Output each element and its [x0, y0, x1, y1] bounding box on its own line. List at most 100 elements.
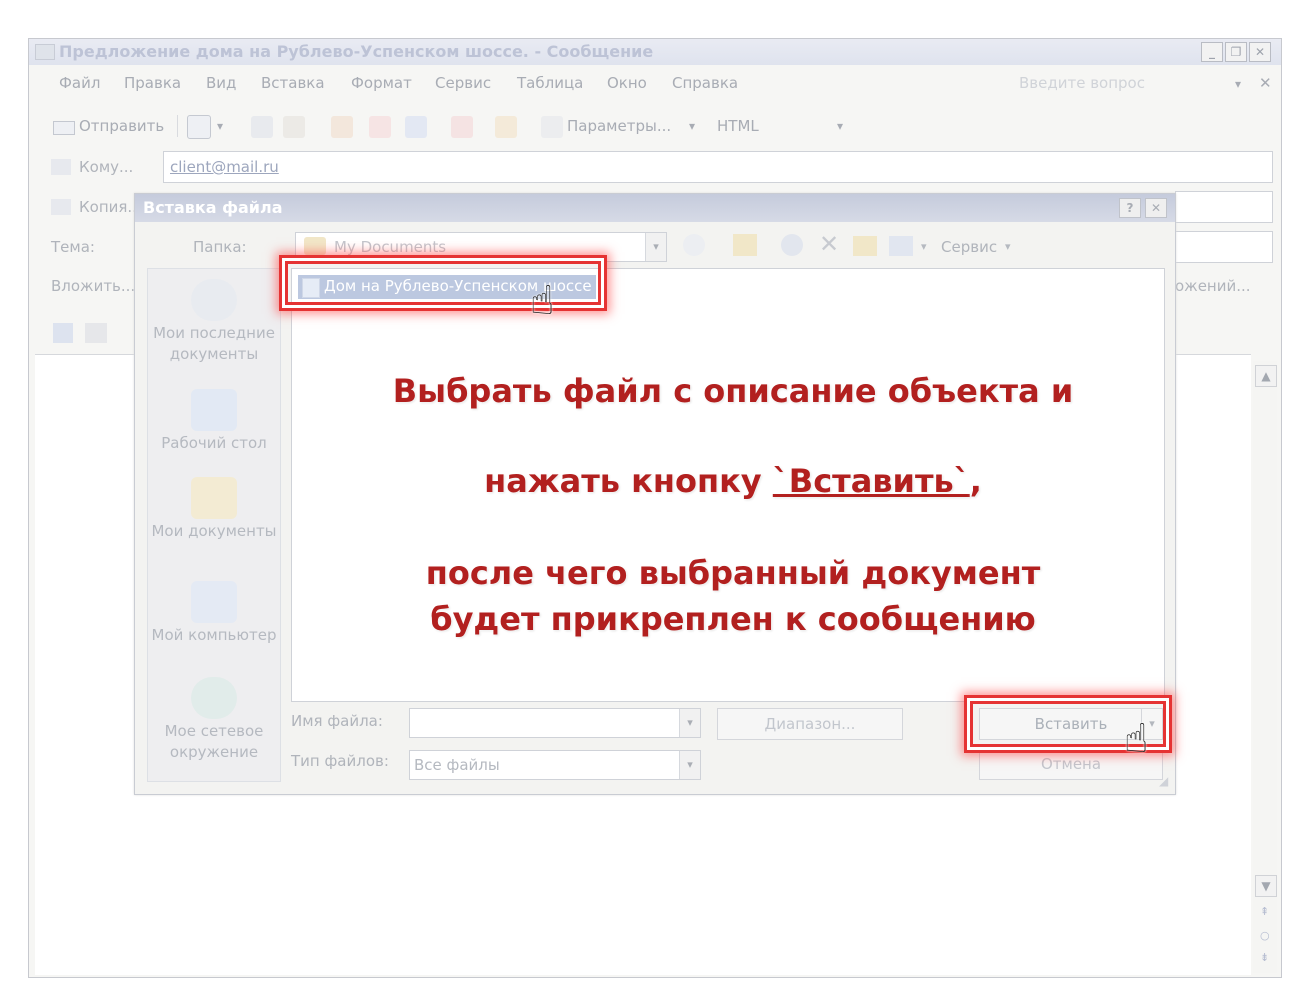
place-label: Мои последние документы: [153, 324, 275, 363]
back-icon[interactable]: [683, 234, 705, 256]
flag-icon[interactable]: [451, 116, 473, 138]
menu-format[interactable]: Формат: [351, 74, 412, 92]
place-desktop[interactable]: Рабочий стол: [148, 389, 280, 454]
filetype-label: Тип файлов:: [291, 752, 389, 770]
filename-combo[interactable]: ▾: [409, 708, 701, 738]
address-book-icon[interactable]: [251, 116, 273, 138]
place-label: Мои документы: [151, 522, 277, 540]
minimize-button[interactable]: _: [1201, 42, 1223, 62]
network-icon: [191, 677, 237, 719]
place-network[interactable]: Мое сетевое окружение: [148, 677, 280, 763]
menu-window[interactable]: Окно: [607, 74, 647, 92]
subject-label: Тема:: [51, 238, 95, 256]
vertical-scrollbar[interactable]: ▲ ▼ ⇞ ○ ⇟: [1253, 361, 1277, 973]
low-importance-icon[interactable]: [405, 116, 427, 138]
instruction-line-2: нажать кнопку `Вставить`,: [300, 462, 1166, 500]
help-question-input[interactable]: Введите вопрос: [1019, 74, 1145, 92]
attach-button[interactable]: Вложить...: [51, 277, 135, 295]
menu-bar: Файл Правка Вид Вставка Формат Сервис Та…: [29, 65, 1281, 99]
format-select[interactable]: HTML: [717, 117, 759, 135]
menu-tools[interactable]: Сервис: [435, 74, 491, 92]
options-icon: [541, 116, 563, 138]
place-label: Мое сетевое окружение: [164, 722, 264, 761]
my-computer-icon: [191, 581, 237, 623]
filename-dropdown-arrow[interactable]: ▾: [679, 709, 700, 737]
attach-dropdown-arrow[interactable]: ▾: [217, 119, 223, 133]
prev-page-icon[interactable]: ⇞: [1260, 905, 1269, 918]
save-icon[interactable]: [53, 323, 73, 343]
options-dropdown-arrow[interactable]: ▾: [689, 119, 695, 133]
menu-close-icon[interactable]: ✕: [1259, 74, 1272, 92]
search-icon[interactable]: [781, 234, 803, 256]
cc-button[interactable]: Копия...: [79, 198, 142, 216]
browse-object-icon[interactable]: ○: [1260, 929, 1270, 942]
dialog-close-button[interactable]: ✕: [1145, 198, 1167, 218]
instruction-text: нажать кнопку: [484, 462, 773, 500]
folder-value: My Documents: [334, 238, 447, 256]
hand-cursor-icon: ☝: [530, 278, 555, 324]
check-names-icon[interactable]: [283, 116, 305, 138]
send-button[interactable]: Отправить: [79, 117, 164, 135]
place-my-computer[interactable]: Мой компьютер: [148, 581, 280, 646]
folder-label: Папка:: [193, 238, 247, 256]
next-page-icon[interactable]: ⇟: [1260, 951, 1269, 964]
place-label: Мой компьютер: [151, 626, 277, 644]
paperclip-icon[interactable]: [187, 115, 211, 139]
instruction-line-3: после чего выбранный документ: [425, 554, 1041, 592]
standard-toolbar: Отправить ▾ Параметры... ▾ HTML ▾: [29, 109, 1281, 143]
window-titlebar: Предложение дома на Рублево-Успенском шо…: [29, 39, 1281, 65]
to-field[interactable]: client@mail.ru: [163, 151, 1273, 183]
place-recent[interactable]: Мои последние документы: [148, 279, 280, 365]
send-icon: [53, 121, 75, 135]
to-button[interactable]: Кому...: [79, 158, 133, 176]
print-icon[interactable]: [85, 323, 107, 343]
signature-icon[interactable]: [331, 116, 353, 138]
help-dropdown-arrow[interactable]: ▾: [1235, 77, 1241, 91]
window-title: Предложение дома на Рублево-Успенском шо…: [59, 42, 654, 61]
up-folder-icon[interactable]: [733, 234, 757, 256]
recent-documents-icon: [191, 279, 237, 321]
instruction-button-name: `Вставить`: [772, 462, 970, 500]
menu-file[interactable]: Файл: [59, 74, 100, 92]
options-button[interactable]: Параметры...: [567, 117, 671, 135]
menu-insert[interactable]: Вставка: [261, 74, 325, 92]
instruction-line-1: Выбрать файл с описание объекта и: [392, 372, 1074, 410]
format-dropdown-arrow[interactable]: ▾: [837, 119, 843, 133]
tools-dropdown-arrow[interactable]: ▾: [1005, 240, 1011, 253]
resize-grip-icon[interactable]: ◢: [1159, 774, 1168, 788]
permission-icon[interactable]: [495, 116, 517, 138]
new-folder-icon[interactable]: [853, 236, 877, 256]
scroll-down-icon[interactable]: ▼: [1255, 875, 1277, 897]
subject-field[interactable]: [1175, 231, 1273, 263]
attachment-options-link[interactable]: ожений...: [1175, 277, 1251, 295]
address-book-icon: [51, 199, 71, 215]
menu-table[interactable]: Таблица: [517, 74, 583, 92]
hand-cursor-icon: ☝: [1124, 716, 1149, 762]
dialog-title: Вставка файла: [143, 198, 283, 217]
scroll-up-icon[interactable]: ▲: [1255, 365, 1277, 387]
menu-view[interactable]: Вид: [206, 74, 236, 92]
folder-dropdown-arrow[interactable]: ▾: [645, 233, 666, 261]
place-my-documents[interactable]: Мои документы: [148, 477, 280, 542]
views-icon[interactable]: [889, 236, 913, 256]
my-documents-icon: [191, 477, 237, 519]
close-button[interactable]: ✕: [1249, 42, 1271, 62]
filetype-dropdown-arrow[interactable]: ▾: [679, 751, 700, 779]
cc-field[interactable]: [1175, 191, 1273, 223]
filetype-value: Все файлы: [414, 756, 500, 774]
filetype-combo[interactable]: Все файлы ▾: [409, 750, 701, 780]
maximize-button[interactable]: ❐: [1225, 42, 1247, 62]
to-value: client@mail.ru: [170, 158, 279, 176]
place-label: Рабочий стол: [161, 434, 267, 452]
menu-edit[interactable]: Правка: [124, 74, 181, 92]
dialog-help-button[interactable]: ?: [1119, 198, 1141, 218]
toolbar-separator: [177, 115, 178, 137]
delete-icon[interactable]: ✕: [819, 230, 839, 258]
filename-label: Имя файла:: [291, 712, 383, 730]
menu-help[interactable]: Справка: [672, 74, 738, 92]
tools-menu[interactable]: Сервис: [941, 238, 997, 256]
views-dropdown-arrow[interactable]: ▾: [921, 240, 927, 253]
range-button[interactable]: Диапазон...: [717, 708, 903, 740]
high-importance-icon[interactable]: [369, 116, 391, 138]
instruction-text: ,: [969, 462, 982, 500]
